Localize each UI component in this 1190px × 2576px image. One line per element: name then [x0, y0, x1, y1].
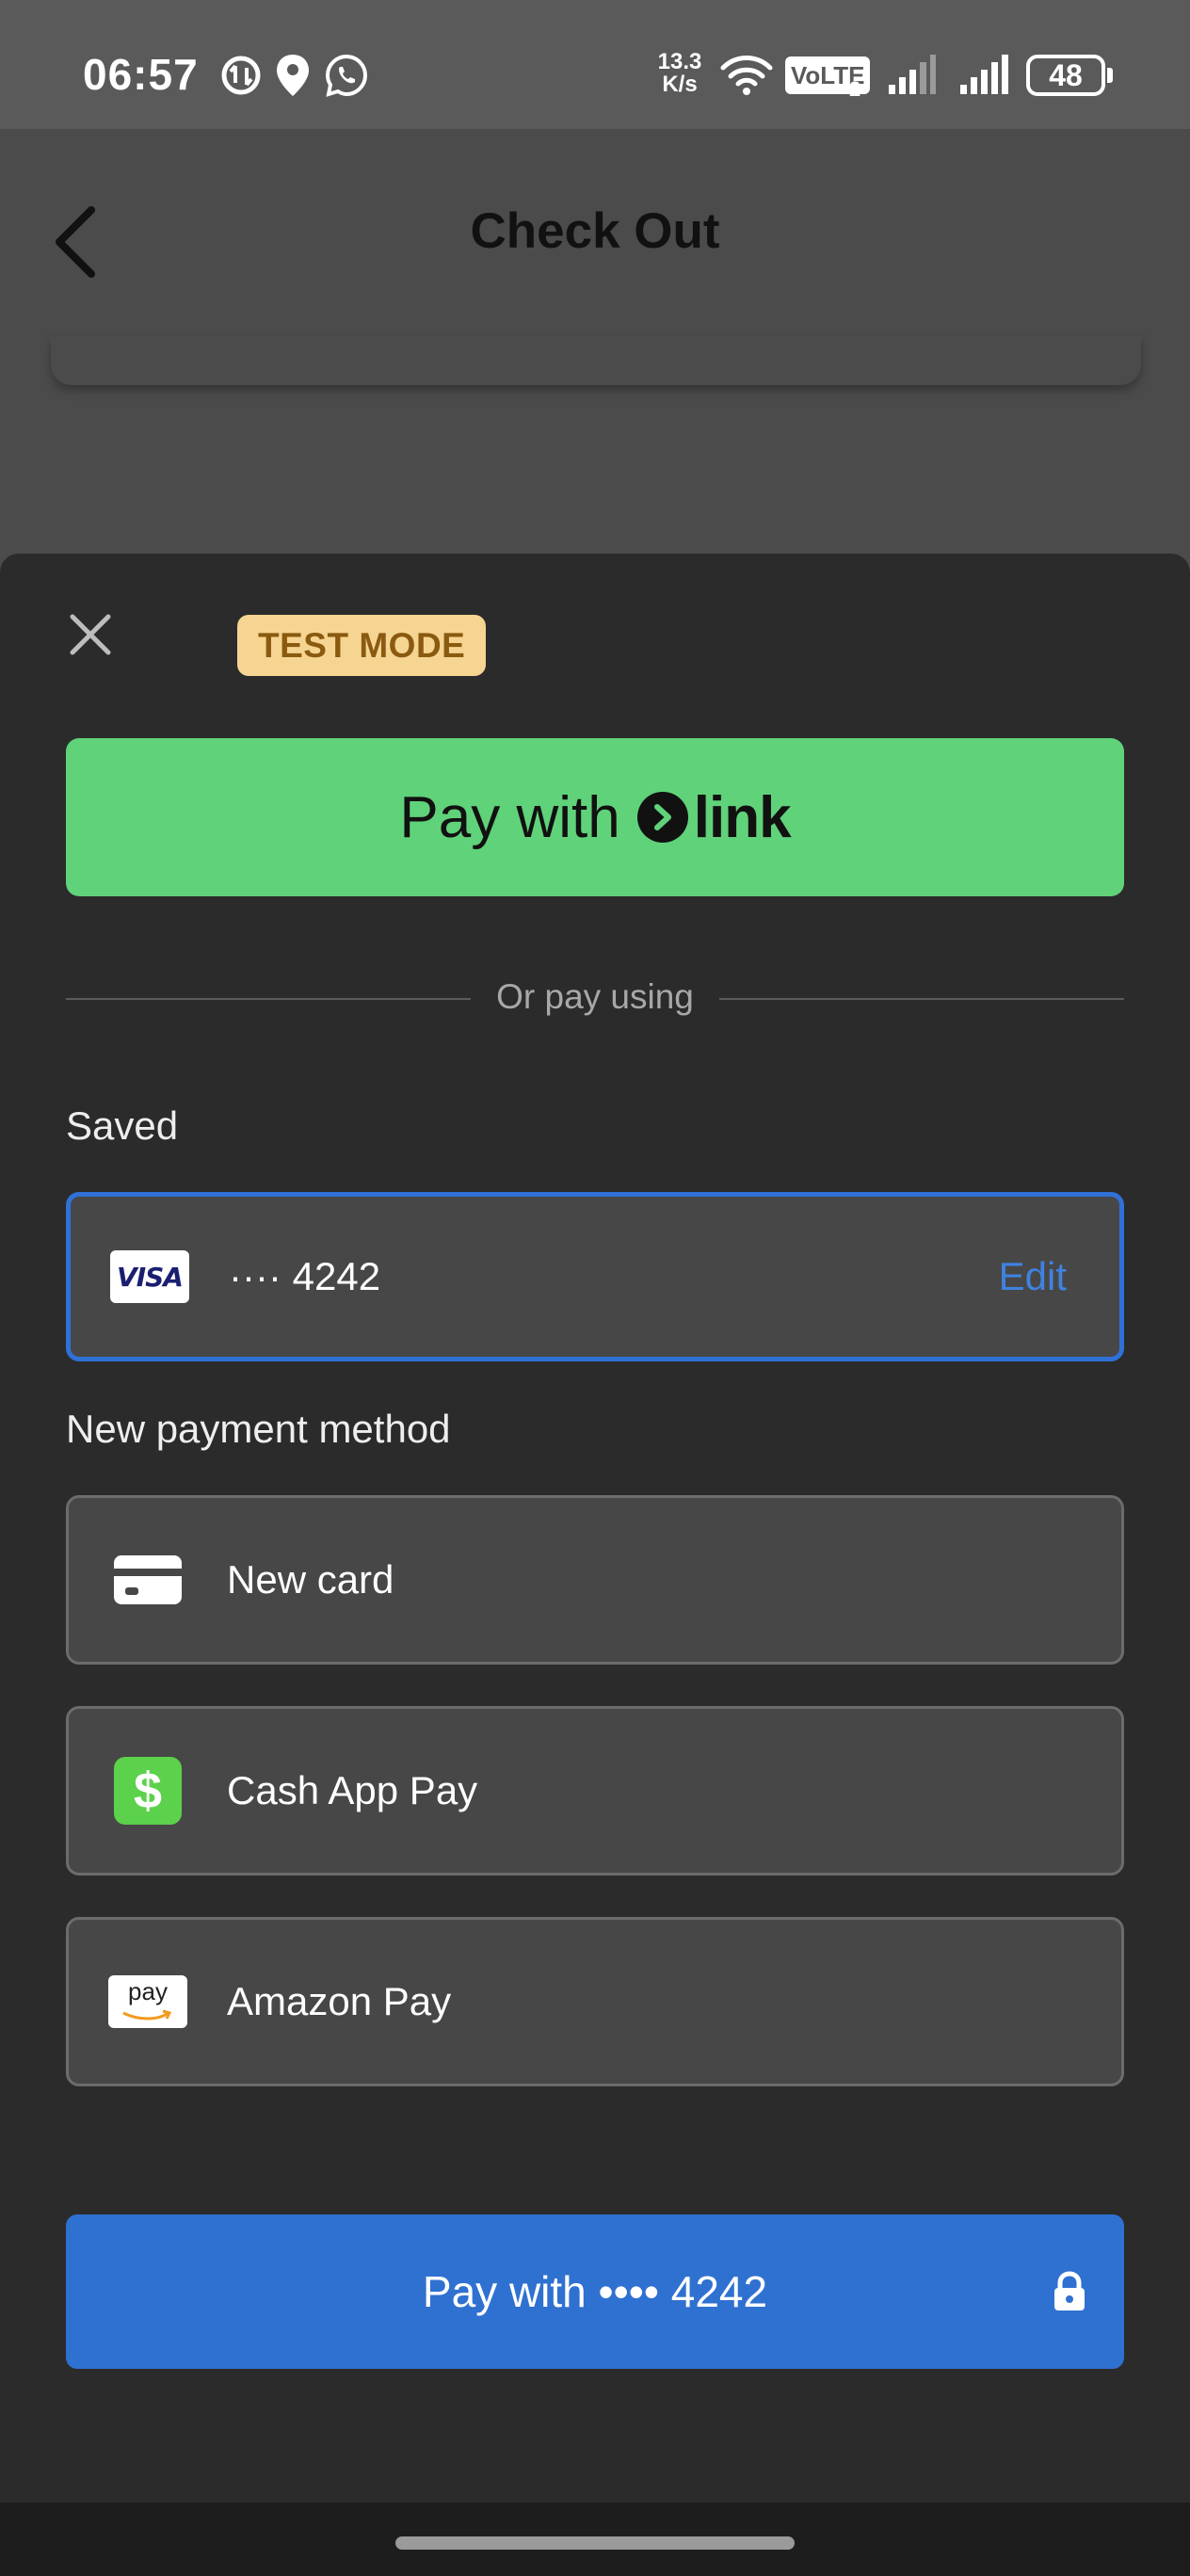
status-time: 06:57: [83, 50, 199, 99]
status-bar: 06:57 13.3 K/s VoLTE 2 48: [0, 0, 1190, 129]
link-brand: link: [693, 784, 792, 850]
volte-sub: 2: [849, 77, 861, 101]
saved-card-option[interactable]: VISA ···· 4242 Edit: [66, 1192, 1124, 1361]
link-logo: link: [636, 784, 792, 851]
net-speed-unit: K/s: [662, 72, 698, 97]
saved-label: Saved: [66, 1103, 179, 1148]
edit-card-link[interactable]: Edit: [999, 1254, 1067, 1299]
battery-tip: [1107, 68, 1113, 83]
net-speed-value: 13.3: [657, 49, 702, 74]
amazon-pay-glyph: pay: [128, 1977, 168, 2005]
close-button[interactable]: [56, 601, 124, 668]
amazon-pay-icon: pay: [108, 1975, 187, 2028]
navigation-bar: [0, 2503, 1190, 2576]
cash-app-icon: $: [108, 1757, 187, 1825]
net-speed: 13.3 K/s: [651, 51, 708, 96]
home-indicator[interactable]: [395, 2536, 795, 2550]
or-divider: Or pay using: [66, 951, 1124, 1045]
visa-logo: VISA: [110, 1250, 189, 1303]
close-icon: [70, 614, 111, 655]
location-icon: [277, 55, 309, 96]
pay-button-label: Pay with •••• 4242: [422, 2267, 768, 2316]
battery-level: 48: [1049, 57, 1083, 92]
wifi-icon: [720, 56, 773, 95]
background-card: [51, 336, 1141, 385]
saved-card-number: ···· 4242: [229, 1254, 381, 1298]
card-icon: [108, 1554, 187, 1606]
new-card-option[interactable]: New card: [66, 1495, 1124, 1665]
payment-sheet: TEST MODE Pay with link Or pay using Sav…: [0, 554, 1190, 2503]
visa-icon: VISA: [110, 1250, 189, 1303]
pay-with-link-button[interactable]: Pay with link: [66, 738, 1124, 896]
cash-app-pay-label: Cash App Pay: [227, 1768, 478, 1812]
battery-icon: 48: [1026, 55, 1105, 96]
data-saver-icon: [221, 56, 261, 95]
link-button-prefix: Pay with: [399, 784, 620, 850]
amazon-pay-label: Amazon Pay: [227, 1979, 452, 2023]
pay-button[interactable]: Pay with •••• 4242: [66, 2214, 1124, 2369]
signal-icon: [889, 55, 936, 94]
cash-app-glyph: $: [114, 1757, 182, 1825]
test-mode-badge: TEST MODE: [237, 615, 487, 676]
new-payment-method-label: New payment method: [66, 1407, 451, 1451]
screen: 06:57 13.3 K/s VoLTE 2 48 Check Out TEST…: [0, 0, 1190, 2576]
signal-icon: [960, 55, 1008, 94]
page-title: Check Out: [470, 203, 720, 259]
link-chevron-icon: [636, 792, 688, 843]
lock-icon: [1054, 2271, 1085, 2310]
new-card-label: New card: [227, 1557, 394, 1602]
amazon-pay-option[interactable]: pay Amazon Pay: [66, 1917, 1124, 2086]
divider-text: Or pay using: [496, 977, 694, 1016]
divider-line-right: [719, 998, 1124, 1000]
cash-app-pay-option[interactable]: $ Cash App Pay: [66, 1706, 1124, 1876]
app-bar: Check Out: [0, 129, 1190, 336]
whatsapp-icon: [325, 54, 368, 97]
